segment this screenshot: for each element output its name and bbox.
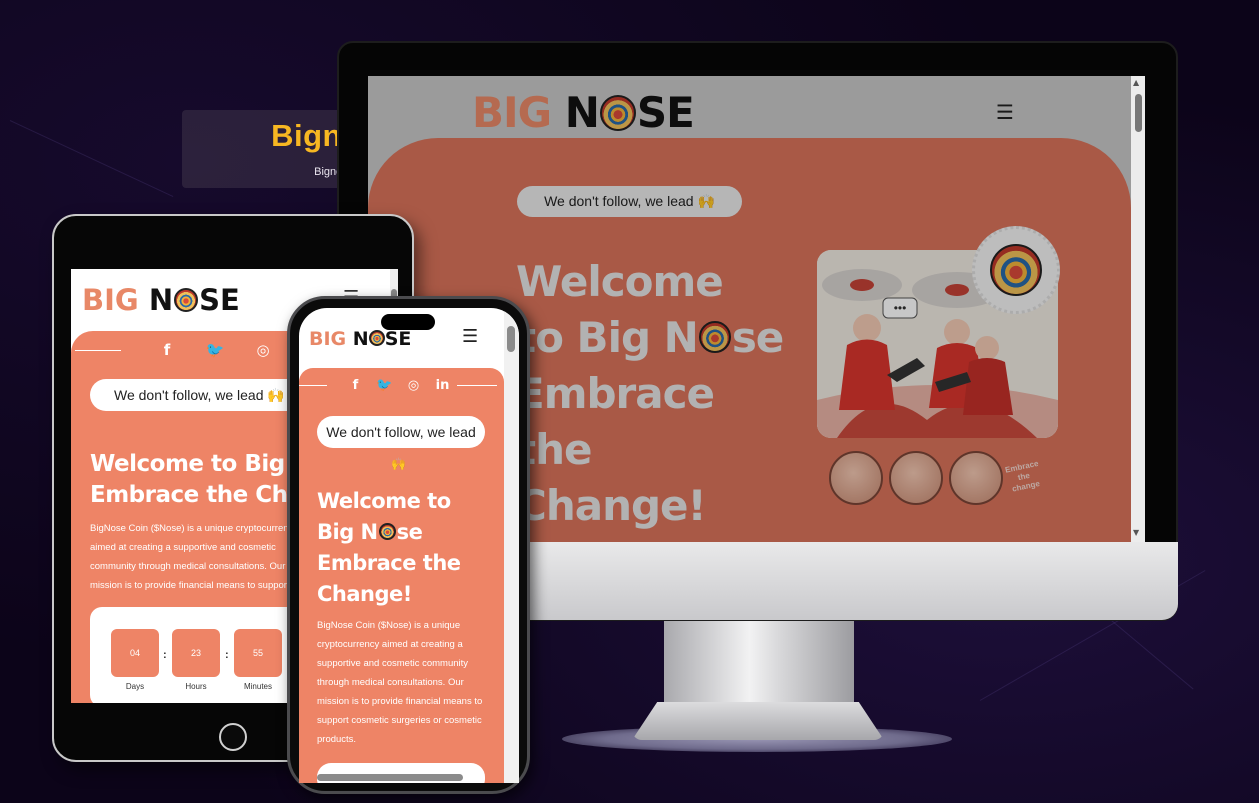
phone-hero-paragraph: BigNose Coin ($Nose) is a unique cryptoc… xyxy=(317,620,483,745)
facebook-icon[interactable]: f xyxy=(143,341,191,359)
divider-line xyxy=(457,385,497,386)
bignose-face-icon xyxy=(698,320,731,353)
linkedin-icon[interactable]: in xyxy=(428,378,457,393)
divider-line xyxy=(299,385,327,386)
nose-gallery xyxy=(829,451,1003,505)
raised-hands-emoji: 🙌 xyxy=(391,457,406,471)
scroll-up-icon[interactable]: ▲ xyxy=(1133,78,1139,87)
desktop-hamburger-icon[interactable]: ☰ xyxy=(996,100,1014,124)
countdown-label: Minutes xyxy=(243,682,272,691)
countdown-hours: 23 xyxy=(172,629,220,677)
bignose-badge xyxy=(972,226,1060,314)
nose-image xyxy=(949,451,1003,505)
countdown-label: Hours xyxy=(185,682,207,691)
bignose-face-icon xyxy=(368,330,385,346)
phone-screen: BIG N SE ☰ f 🐦 ◎ in We don't follow, we l… xyxy=(299,308,519,783)
tablet-tagline-pill: We don't follow, we lead 🙌 xyxy=(90,379,320,411)
tablet-home-button[interactable] xyxy=(219,723,247,751)
facebook-icon[interactable]: f xyxy=(341,378,370,393)
phone-logo[interactable]: BIG N SE xyxy=(309,328,411,350)
instagram-icon[interactable]: ◎ xyxy=(399,378,428,393)
phone-scrollbar[interactable] xyxy=(504,308,519,783)
nose-image xyxy=(889,451,943,505)
bignose-face-icon xyxy=(378,522,396,540)
monitor-stand-neck xyxy=(664,620,854,710)
instagram-icon[interactable]: ◎ xyxy=(239,341,287,359)
desktop-scrollbar[interactable] xyxy=(1131,76,1145,542)
phone-tagline-pill: We don't follow, we lead xyxy=(317,416,485,448)
svg-text:•••: ••• xyxy=(894,301,907,315)
divider-line xyxy=(75,349,121,351)
countdown-separator: : xyxy=(225,649,229,661)
desktop-logo[interactable]: BIG N SE xyxy=(472,88,695,137)
bignose-face-icon xyxy=(990,244,1042,296)
phone-hero-heading: Welcome to Big Nse Embrace the Change! xyxy=(317,489,461,606)
countdown-separator: : xyxy=(163,649,167,661)
phone-social-row: f 🐦 ◎ in xyxy=(299,378,504,393)
scroll-down-icon[interactable]: ▼ xyxy=(1133,528,1139,537)
bignose-face-icon xyxy=(174,288,199,312)
twitter-icon[interactable]: 🐦 xyxy=(191,341,239,359)
desktop-hero-heading: Welcome to Big Nse Embrace the Change! xyxy=(516,257,784,530)
countdown-days: 04 xyxy=(111,629,159,677)
phone-horizontal-scrollbar[interactable] xyxy=(317,774,463,781)
tablet-hero-paragraph: BigNose Coin ($Nose) is a unique cryptoc… xyxy=(90,523,299,591)
desktop-scrollbar-thumb[interactable] xyxy=(1135,94,1142,132)
countdown-label: Days xyxy=(125,682,145,691)
phone-notch xyxy=(381,314,435,330)
phone-scrollbar-thumb[interactable] xyxy=(507,326,515,352)
nose-image xyxy=(829,451,883,505)
desktop-tagline-pill: We don't follow, we lead 🙌 xyxy=(517,186,742,217)
tablet-logo[interactable]: BIG N SE xyxy=(82,283,240,317)
monitor-stand-base xyxy=(632,702,884,740)
twitter-icon[interactable]: 🐦 xyxy=(370,378,399,393)
phone-hamburger-icon[interactable]: ☰ xyxy=(462,326,478,347)
bignose-face-icon xyxy=(599,94,636,131)
countdown-minutes: 55 xyxy=(234,629,282,677)
